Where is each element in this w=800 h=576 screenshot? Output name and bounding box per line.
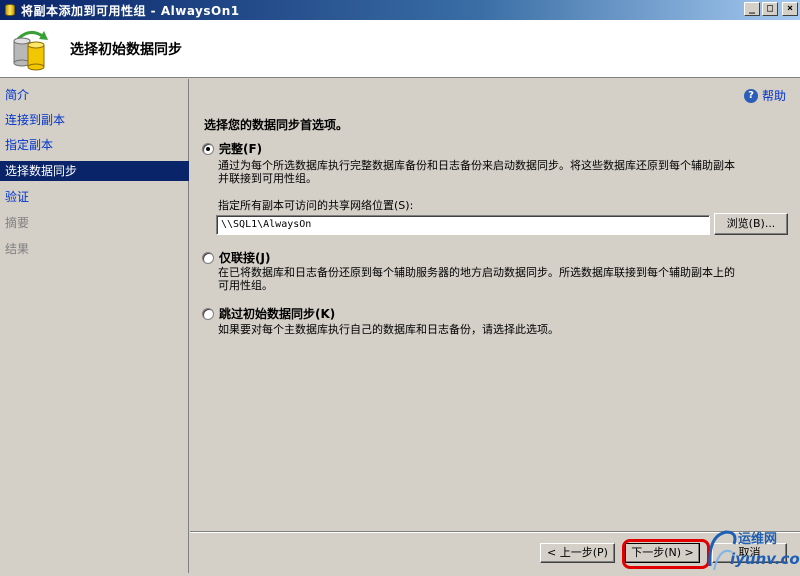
watermark-logo: 运维网 iyunv.com [704, 526, 800, 574]
page-title: 选择初始数据同步 [70, 42, 182, 58]
main-panel: ? 帮助 选择您的数据同步首选项。 完整(F) 通过为每个所选数据库执行完整数据… [190, 79, 800, 531]
database-icon [3, 3, 17, 17]
share-location-input[interactable]: \\SQL1\AlwaysOn [216, 215, 710, 235]
description-line: 如果要对每个主数据库执行自己的数据库和日志备份，请选择此选项。 [218, 323, 559, 336]
window-controls: _ □ × [744, 2, 798, 16]
wizard-header: 选择初始数据同步 [0, 20, 800, 78]
sidebar-item-validation[interactable]: 验证 [0, 187, 189, 207]
watermark-bottom-text: iyunv.com [730, 550, 800, 568]
option-skip-label[interactable]: 跳过初始数据同步(K) [219, 305, 335, 322]
sync-preference-prompt: 选择您的数据同步首选项。 [204, 118, 349, 132]
option-join-only[interactable]: 仅联接(J) [202, 249, 270, 266]
sidebar-item-select-data-sync[interactable]: 选择数据同步 [0, 161, 189, 181]
sidebar-item-specify-replicas[interactable]: 指定副本 [0, 135, 189, 155]
help-icon: ? [743, 88, 758, 103]
browse-button[interactable]: 浏览(B)... [714, 213, 788, 235]
description-line: 在已将数据库和日志备份还原到每个辅助服务器的地方启动数据同步。所选数据库联接到每… [218, 266, 735, 279]
option-skip-description: 如果要对每个主数据库执行自己的数据库和日志备份，请选择此选项。 [218, 323, 788, 336]
database-sync-icon [13, 31, 48, 71]
close-button[interactable]: × [782, 2, 798, 16]
radio-full[interactable] [202, 142, 214, 155]
window-title: 将副本添加到可用性组 - AlwaysOn1 [21, 3, 240, 18]
option-join-only-label[interactable]: 仅联接(J) [219, 249, 270, 266]
radio-skip[interactable] [202, 307, 214, 320]
watermark-top-text: 运维网 [738, 532, 778, 547]
radio-join-only[interactable] [202, 251, 214, 264]
restore-button[interactable]: □ [762, 2, 778, 16]
sidebar-item-results: 结果 [5, 242, 30, 256]
option-full[interactable]: 完整(F) [202, 140, 262, 157]
title-bar[interactable]: 将副本添加到可用性组 - AlwaysOn1 _ □ × [0, 0, 800, 20]
help-label: 帮助 [761, 89, 786, 103]
sidebar-item-intro[interactable]: 简介 [0, 85, 189, 105]
option-join-only-description: 在已将数据库和日志备份还原到每个辅助服务器的地方启动数据同步。所选数据库联接到每… [218, 266, 788, 292]
option-skip[interactable]: 跳过初始数据同步(K) [202, 305, 335, 322]
share-location-label: 指定所有副本可访问的共享网络位置(S): [218, 199, 414, 212]
sidebar-item-connect-replicas[interactable]: 连接到副本 [0, 110, 189, 130]
next-button-highlight [622, 539, 710, 569]
help-link[interactable]: ? 帮助 [743, 87, 786, 104]
previous-button[interactable]: < 上一步(P) [540, 543, 615, 563]
description-line: 通过为每个所选数据库执行完整数据库备份和日志备份来启动数据同步。将这些数据库还原… [218, 159, 735, 172]
sidebar-item-summary: 摘要 [5, 216, 30, 230]
option-full-label[interactable]: 完整(F) [219, 140, 262, 157]
description-line: 可用性组。 [218, 279, 273, 292]
minimize-button[interactable]: _ [744, 2, 760, 16]
wizard-sidebar: 简介 连接到副本 指定副本 选择数据同步 验证 摘要 结果 [0, 79, 189, 573]
option-full-description: 通过为每个所选数据库执行完整数据库备份和日志备份来启动数据同步。将这些数据库还原… [218, 159, 788, 185]
description-line: 并联接到可用性组。 [218, 172, 317, 185]
